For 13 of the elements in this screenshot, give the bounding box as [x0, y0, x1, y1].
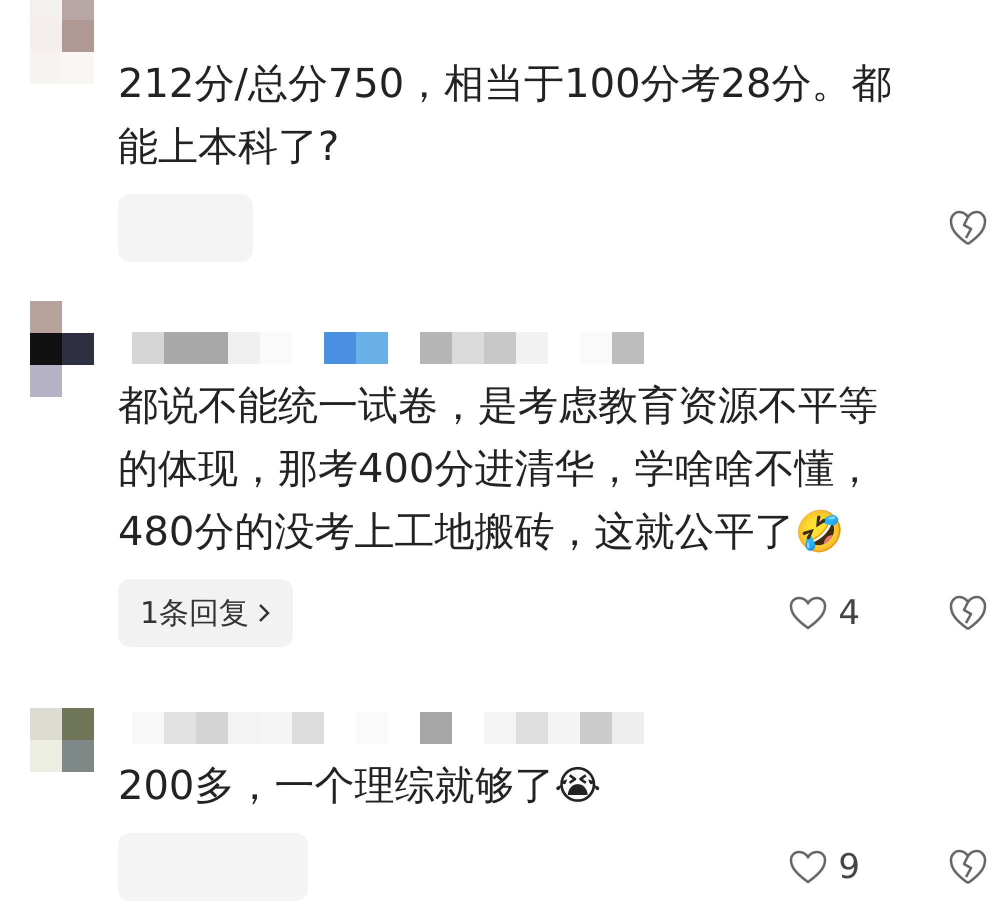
comment-text: 都说不能统一试卷，是考虑教育资源不平等的体现，那考400分进清华，学啥啥不懂，480分的没考上工地搬砖，这就公平了🤣	[118, 382, 879, 557]
broken-heart-icon[interactable]	[948, 594, 988, 632]
replies-button[interactable]: 1条回复	[118, 579, 294, 647]
like-count: 4	[838, 593, 860, 633]
broken-heart-icon[interactable]	[948, 209, 988, 247]
comment-text: 200多，一个理综就够了😭	[118, 762, 602, 811]
broken-heart-icon[interactable]	[948, 848, 988, 886]
comment-text: 212分/总分750，相当于100分考28分。都能上本科了?	[118, 60, 892, 172]
pixelated-avatar[interactable]	[30, 301, 94, 397]
heart-icon[interactable]	[788, 595, 828, 631]
chevron-icon	[257, 602, 272, 624]
like-count: 9	[838, 847, 860, 887]
heart-icon[interactable]	[788, 849, 828, 885]
